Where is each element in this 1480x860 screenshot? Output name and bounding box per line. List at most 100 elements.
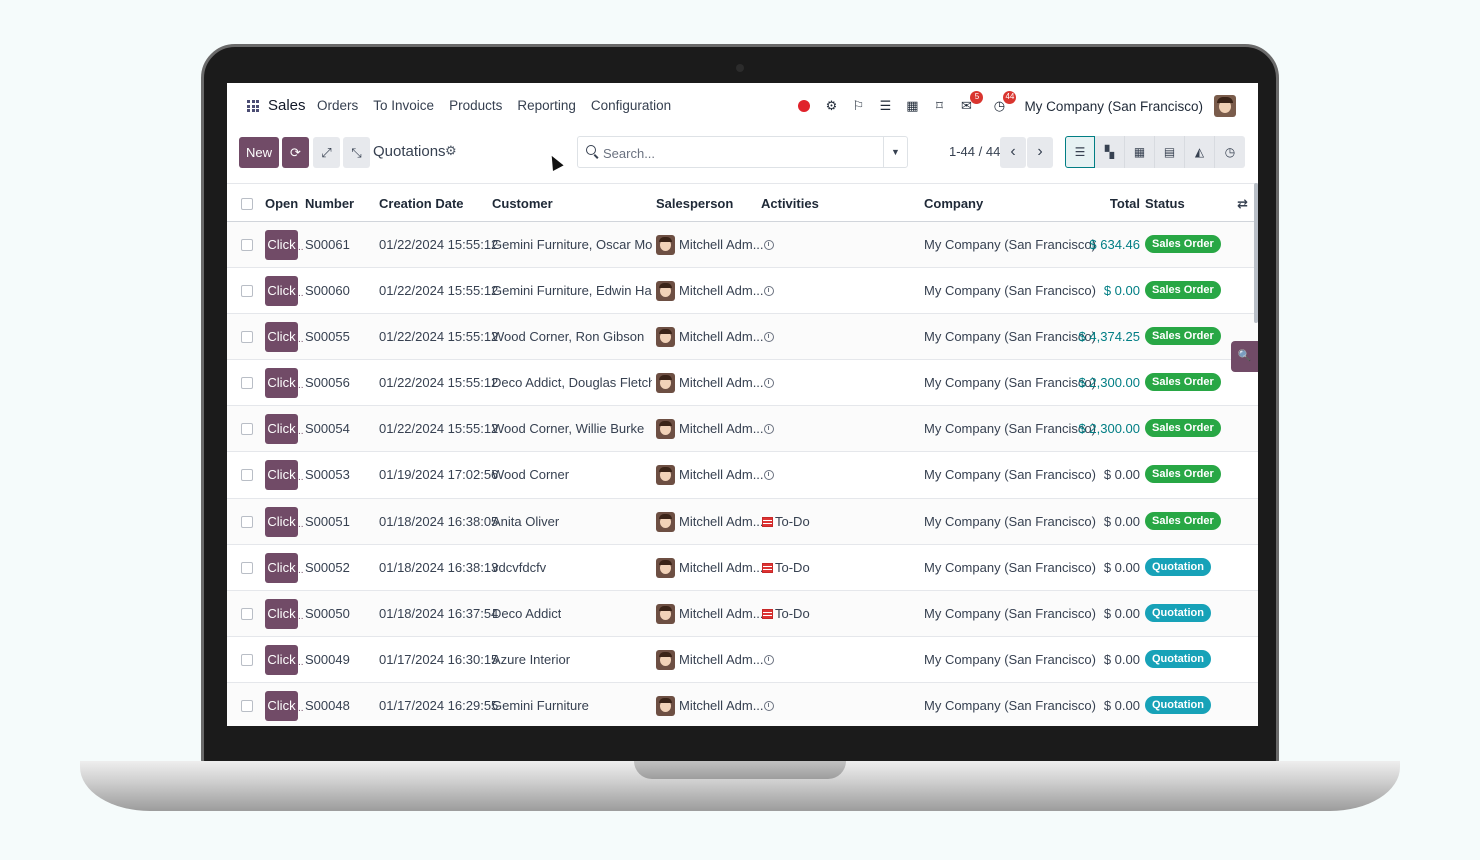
row-checkbox[interactable] xyxy=(241,423,253,436)
select-all-checkbox[interactable] xyxy=(241,198,253,210)
table-row[interactable]: Click .. S00052 01/18/2024 16:38:13 vdcv… xyxy=(227,545,1258,591)
company-switcher[interactable]: My Company (San Francisco) xyxy=(1024,99,1203,114)
menu-item-to-invoice[interactable]: To Invoice xyxy=(373,98,434,113)
open-click-button[interactable]: Click xyxy=(265,644,298,675)
activity-clock-icon[interactable] xyxy=(764,378,774,389)
activity-clock-icon[interactable] xyxy=(764,240,774,250)
optional-columns-icon[interactable]: ⇄ xyxy=(1237,196,1248,212)
open-click-button[interactable]: Click xyxy=(265,414,298,445)
open-click-button[interactable]: Click xyxy=(265,322,298,353)
table-row[interactable]: Click .. S00053 01/19/2024 17:02:56 Wood… xyxy=(227,452,1258,499)
zoom-search-icon[interactable]: 🔍 xyxy=(1231,341,1258,372)
company: My Company (San Francisco) xyxy=(924,375,1096,391)
row-checkbox[interactable] xyxy=(241,377,253,390)
menu-item-configuration[interactable]: Configuration xyxy=(591,98,671,113)
open-click-button[interactable]: Click xyxy=(265,690,298,721)
salesperson-avatar xyxy=(656,649,675,670)
actions-gear-icon[interactable]: ⚙ xyxy=(445,143,457,159)
scrollbar[interactable] xyxy=(1254,183,1258,323)
activities-clock-icon[interactable]: ◷ 44 xyxy=(991,91,1017,114)
table-row[interactable]: Click .. S00050 01/18/2024 16:37:54 Deco… xyxy=(227,590,1258,637)
open-click-button[interactable]: Click xyxy=(265,368,298,399)
header-company[interactable]: Company xyxy=(924,196,983,211)
table-row[interactable]: Click .. S00056 01/22/2024 15:55:12 Deco… xyxy=(227,360,1258,407)
row-checkbox[interactable] xyxy=(241,469,253,482)
order-number: S00056 xyxy=(305,375,350,391)
header-creation-date[interactable]: Creation Date xyxy=(379,196,464,211)
open-click-button[interactable]: Click xyxy=(265,552,298,583)
menu-item-reporting[interactable]: Reporting xyxy=(517,98,576,113)
activity-view-icon[interactable]: ◷ xyxy=(1215,136,1245,168)
header-number[interactable]: Number xyxy=(305,196,354,211)
row-checkbox[interactable] xyxy=(241,561,253,574)
order-number: S00048 xyxy=(305,697,350,713)
search-dropdown-toggle[interactable]: ▼ xyxy=(883,137,907,167)
record-icon[interactable] xyxy=(796,98,812,114)
app-brand[interactable]: Sales xyxy=(268,97,306,114)
open-click-button[interactable]: Click xyxy=(265,230,298,260)
new-button[interactable]: New xyxy=(239,137,279,168)
activity-clock-icon[interactable] xyxy=(764,654,774,665)
messages-icon[interactable]: ✉ 5 xyxy=(958,91,984,114)
list-icon[interactable]: ☰ xyxy=(877,98,893,114)
open-click-button[interactable]: Click xyxy=(265,598,298,629)
table-row[interactable]: Click .. S00060 01/22/2024 15:55:12 Gemi… xyxy=(227,268,1258,315)
collapse-icon[interactable]: ⤡ xyxy=(343,137,370,168)
calendar-view-icon[interactable]: ▦ xyxy=(1125,136,1155,168)
pivot-view-icon[interactable]: ▤ xyxy=(1155,136,1185,168)
user-avatar[interactable] xyxy=(1214,95,1236,117)
expand-icon[interactable]: ⤢ xyxy=(313,137,340,168)
salesperson-avatar xyxy=(656,235,675,255)
pager-value[interactable]: 1-44 / 44 xyxy=(949,144,1000,159)
activity-clock-icon[interactable] xyxy=(764,286,774,297)
graph-view-icon[interactable]: ◭ xyxy=(1185,136,1215,168)
gear-icon[interactable]: ⚙ xyxy=(823,98,839,114)
row-checkbox[interactable] xyxy=(241,331,253,344)
creation-date: 01/22/2024 15:55:12 xyxy=(379,237,499,252)
header-total[interactable]: Total xyxy=(1110,196,1140,211)
menu-item-orders[interactable]: Orders xyxy=(317,98,358,113)
header-status[interactable]: Status xyxy=(1145,196,1185,211)
open-click-button[interactable]: Click xyxy=(265,276,298,307)
row-checkbox[interactable] xyxy=(241,699,253,712)
open-click-button[interactable]: Click xyxy=(265,506,298,537)
kanban-view-icon[interactable]: ▚ xyxy=(1095,136,1125,168)
row-checkbox[interactable] xyxy=(241,607,253,620)
activity-todo[interactable]: To-Do xyxy=(762,514,810,529)
header-activities[interactable]: Activities xyxy=(761,196,819,211)
row-checkbox[interactable] xyxy=(241,239,253,251)
company: My Company (San Francisco) xyxy=(924,605,1096,621)
table-row[interactable]: Click .. S00048 01/17/2024 16:29:55 Gemi… xyxy=(227,682,1258,726)
open-click-button[interactable]: Click xyxy=(265,460,298,491)
table-row[interactable]: Click .. S00054 01/22/2024 15:55:12 Wood… xyxy=(227,406,1258,453)
pager-previous-button[interactable]: ‹ xyxy=(1000,137,1026,168)
refresh-icon[interactable]: ⟳ xyxy=(282,137,309,168)
main-menu: Orders To Invoice Products Reporting Con… xyxy=(317,98,671,113)
table-row[interactable]: Click .. S00061 01/22/2024 15:55:12 Gemi… xyxy=(227,222,1258,269)
header-customer[interactable]: Customer xyxy=(492,196,553,211)
list-view-icon[interactable]: ☰ xyxy=(1065,136,1095,168)
bookmark-icon[interactable]: ⌑ xyxy=(931,98,947,114)
menu-item-products[interactable]: Products xyxy=(449,98,502,113)
activity-clock-icon[interactable] xyxy=(764,332,774,343)
apps-grid-icon[interactable] xyxy=(247,100,259,112)
calculator-icon[interactable]: ▦ xyxy=(904,98,920,114)
header-open[interactable]: Open xyxy=(265,196,298,211)
activity-todo[interactable]: To-Do xyxy=(762,560,810,575)
row-checkbox[interactable] xyxy=(241,285,253,298)
activity-clock-icon[interactable] xyxy=(764,700,774,711)
salesperson-avatar xyxy=(656,327,675,348)
header-salesperson[interactable]: Salesperson xyxy=(656,196,733,211)
table-row[interactable]: Click .. S00051 01/18/2024 16:38:05 Anit… xyxy=(227,498,1258,545)
table-row[interactable]: Click .. S00049 01/17/2024 16:30:15 Azur… xyxy=(227,637,1258,683)
activity-clock-icon[interactable] xyxy=(764,470,774,481)
activity-todo[interactable]: To-Do xyxy=(762,606,810,621)
activity-clock-icon[interactable] xyxy=(764,424,774,435)
translate-icon[interactable]: ⚐ xyxy=(850,98,866,114)
table-row[interactable]: Click .. S00055 01/22/2024 15:55:12 Wood… xyxy=(227,314,1258,361)
row-checkbox[interactable] xyxy=(241,515,253,528)
row-checkbox[interactable] xyxy=(241,653,253,666)
systray: ⚙ ⚐ ☰ ▦ ⌑ ✉ 5 ◷ 44 My Company (San Francis… xyxy=(796,91,1236,117)
search-input[interactable] xyxy=(603,143,873,163)
pager-next-button[interactable]: › xyxy=(1027,137,1053,168)
